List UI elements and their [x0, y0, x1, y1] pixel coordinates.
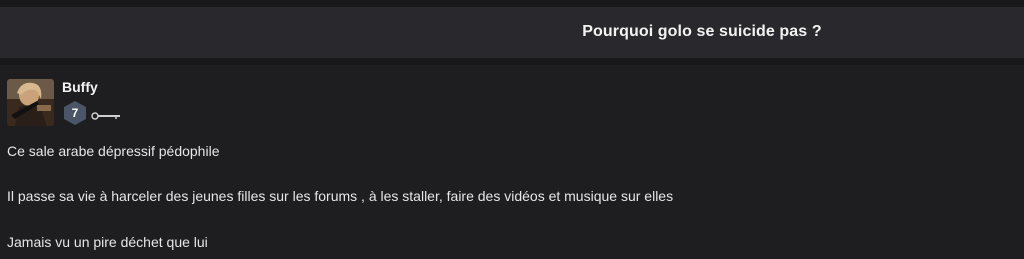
username[interactable]: Buffy [62, 79, 98, 95]
user-avatar[interactable] [7, 79, 54, 126]
post-line-1: Ce sale arabe dépressif pédophile [7, 143, 220, 159]
thread-header: Pourquoi golo se suicide pas ? [0, 7, 1024, 58]
key-badge-icon [91, 108, 121, 120]
forum-post: Buffy 7 Ce sale arabe dépressif pédophil… [0, 65, 1024, 259]
level-number: 7 [71, 106, 79, 120]
thread-title: Pourquoi golo se suicide pas ? [582, 23, 822, 40]
header-divider [0, 58, 1024, 65]
top-strip [0, 0, 1024, 7]
hexagon-level-icon: 7 [62, 100, 88, 126]
post-line-2: Il passe sa vie à harceler des jeunes fi… [7, 188, 674, 204]
post-line-3: Jamais vu un pire déchet que lui [7, 234, 208, 250]
